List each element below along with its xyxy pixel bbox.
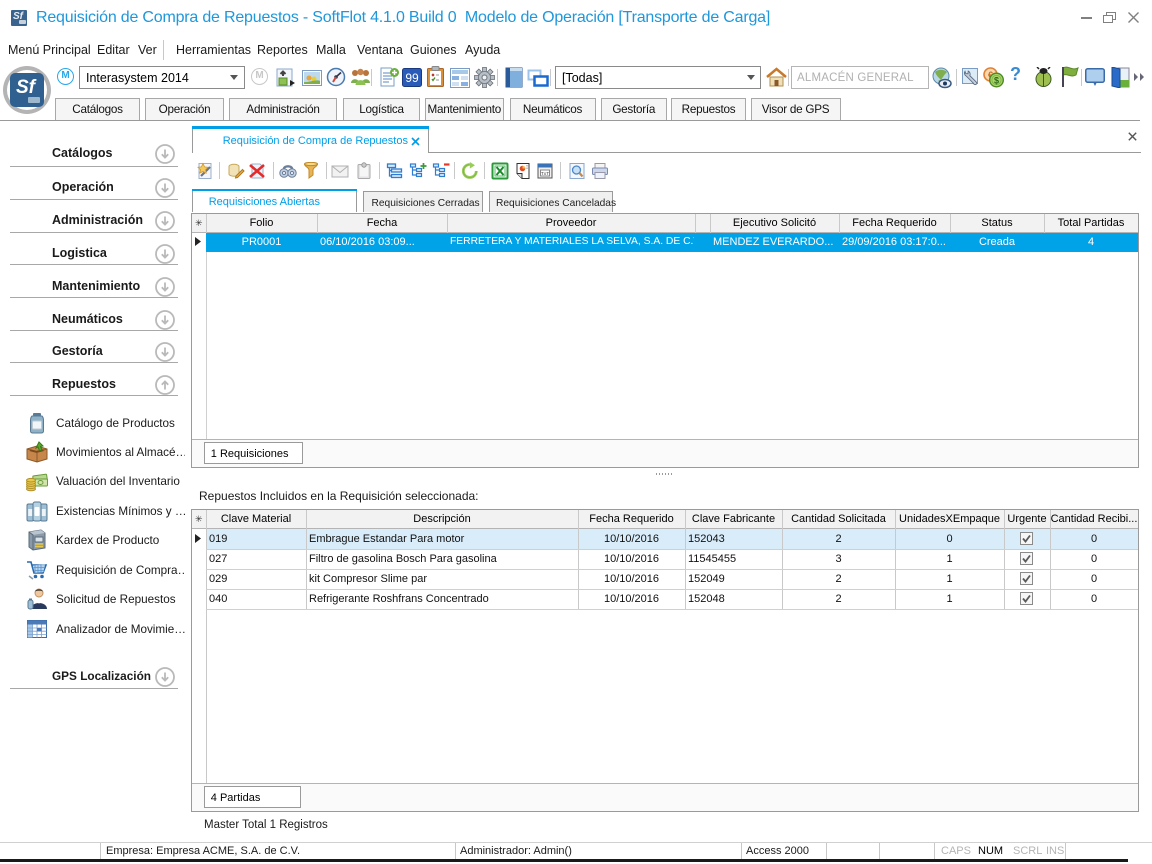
svg-text:TxT: TxT bbox=[541, 171, 549, 177]
svg-text:99: 99 bbox=[405, 71, 419, 85]
svg-text:$: $ bbox=[994, 76, 999, 86]
